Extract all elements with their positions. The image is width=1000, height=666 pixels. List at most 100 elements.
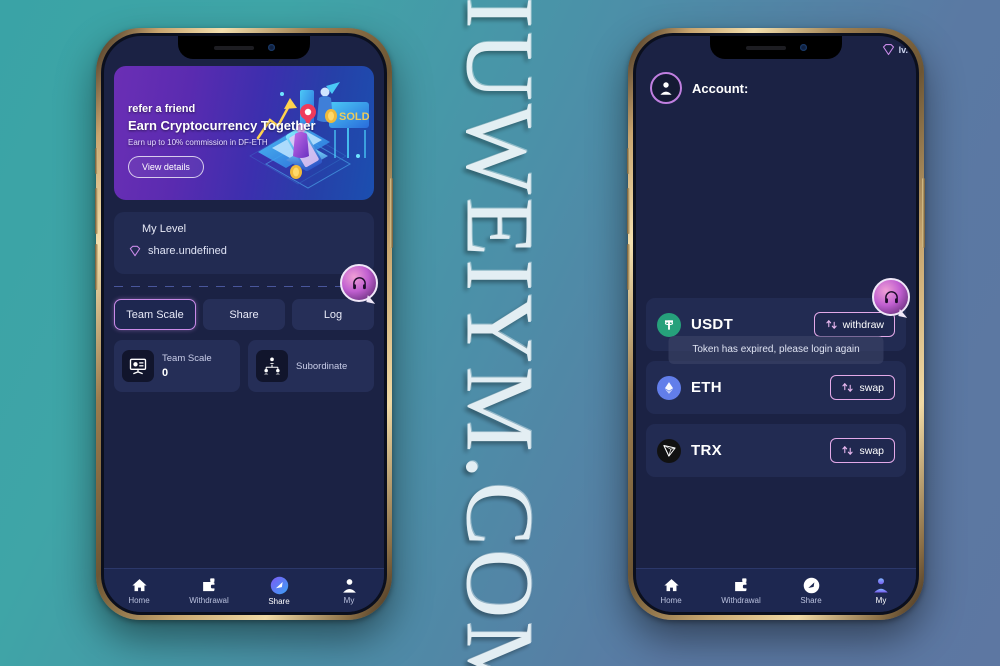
token-name: USDT [691, 316, 734, 333]
nav-item-my[interactable]: My [846, 576, 916, 605]
token-row[interactable]: TRX swap [646, 424, 906, 477]
swap-arrows-icon [842, 446, 854, 455]
team-scale-cell[interactable]: Team Scale 0 [114, 340, 240, 392]
home-icon [663, 578, 679, 591]
phone-power-button-right[interactable] [922, 178, 925, 248]
section-divider [114, 286, 374, 287]
phone-volume-up-button[interactable] [95, 188, 98, 234]
subordinate-cell[interactable]: Subordinate [248, 340, 374, 392]
toast-message: Token has expired, please login again [668, 336, 884, 364]
avatar[interactable] [650, 72, 682, 104]
swap-arrows-icon [842, 383, 854, 392]
right-phone-screen: lv. Account: Balance(USDT) [636, 36, 916, 612]
share-page: SOLD refer a friend Earn Cryptocurrency … [104, 36, 384, 612]
earpiece-speaker [213, 45, 254, 50]
nav-item-home[interactable]: Home [636, 577, 706, 605]
headset-support-icon [352, 276, 366, 289]
my-account-page: Account: Balance(USDT) 0 Auth [636, 36, 916, 612]
banner-line-3: Earn up to 10% commission in DF-ETH [128, 138, 268, 147]
nav-item-share[interactable]: Share [244, 576, 314, 606]
phone-mute-button-right[interactable] [627, 148, 630, 174]
tab-team-scale[interactable]: Team Scale [114, 299, 196, 330]
org-tree-icon [256, 350, 288, 382]
tab-share[interactable]: Share [203, 299, 285, 330]
token-name: TRX [691, 442, 722, 459]
tab-log[interactable]: Log [292, 299, 374, 330]
my-level-subtitle: share.undefined [148, 245, 227, 257]
left-phone-device: SOLD refer a friend Earn Cryptocurrency … [95, 28, 393, 620]
front-camera-icon-right [799, 44, 807, 51]
subordinate-label: Subordinate [296, 360, 348, 372]
home-icon [131, 578, 147, 591]
watermark-text: JIUWEIYM.COM [446, 0, 554, 666]
customer-service-chat-button[interactable] [872, 278, 910, 316]
swap-button-label: swap [859, 381, 884, 394]
nav-item-home[interactable]: Home [104, 577, 174, 605]
my-level-card[interactable]: My Level share.undefined [114, 212, 374, 274]
diamond-icon [129, 245, 141, 257]
token-name: ETH [691, 379, 722, 396]
swap-button[interactable]: swap [830, 375, 895, 400]
phone-volume-down-button[interactable] [95, 244, 98, 290]
nav-item-withdrawal[interactable]: Withdrawal [174, 577, 244, 605]
left-phone-screen: SOLD refer a friend Earn Cryptocurrency … [104, 36, 384, 612]
phone-notch [178, 36, 310, 59]
my-level-title: My Level [142, 223, 187, 235]
tron-icon [657, 438, 681, 463]
profit-charts-row-1: Total profit(ETH) Today profit(ETH) [114, 402, 374, 490]
diamond-icon [882, 43, 894, 56]
account-header[interactable]: Account: [646, 72, 906, 104]
nav-label-home: Home [128, 595, 150, 605]
nav-label-my: My [875, 596, 887, 605]
presentation-chart-icon [122, 350, 154, 382]
nav-item-share[interactable]: Share [776, 577, 846, 605]
phone-volume-up-button-right[interactable] [627, 188, 630, 234]
nav-label-share: Share [800, 595, 822, 605]
tether-icon [657, 312, 681, 337]
person-avatar-icon [660, 82, 672, 95]
ethereum-icon [657, 375, 681, 400]
bottom-navigation-bar-left: Home Withdrawal Share My [104, 568, 384, 612]
withdraw-button[interactable]: withdraw [813, 312, 895, 337]
nav-label-my: My [343, 595, 355, 605]
withdraw-button-label: withdraw [842, 318, 884, 331]
headset-support-icon [884, 290, 898, 303]
account-stats-row-2: Today(ETH) 0 Total Profit(ETH) 0 [646, 206, 906, 284]
banner-text-block: refer a friend Earn Cryptocurrency Toget… [128, 102, 316, 178]
person-icon [874, 578, 888, 593]
referral-banner[interactable]: SOLD refer a friend Earn Cryptocurrency … [114, 66, 374, 200]
level-badge[interactable]: lv. [881, 42, 908, 57]
account-stats-row-1: Balance(USDT) 0 Auth amount(USDT) NaN [646, 118, 906, 196]
customer-service-chat-button[interactable] [340, 264, 378, 302]
share-arrow-icon [270, 576, 288, 594]
phone-mute-button[interactable] [95, 148, 98, 174]
nav-item-withdrawal[interactable]: Withdrawal [706, 577, 776, 605]
right-phone-bezel: lv. Account: Balance(USDT) [633, 33, 919, 615]
swap-button[interactable]: swap [830, 438, 895, 463]
wallet-icon [202, 577, 216, 591]
phone-power-button[interactable] [390, 178, 393, 248]
summary-cells-row: Team Scale 0 Subordinate [114, 340, 374, 392]
front-camera-icon [267, 44, 275, 51]
banner-line-2: Earn Cryptocurrency Together [128, 118, 316, 133]
profit-charts-row-2: Total profit(TRX) Today profit(TRX) [114, 500, 374, 530]
earpiece-speaker-right [745, 45, 786, 50]
nav-label-home: Home [660, 595, 682, 605]
svg-text:SOLD: SOLD [339, 111, 370, 123]
phone-volume-down-button-right[interactable] [627, 244, 630, 290]
swap-arrows-icon [825, 320, 837, 329]
nav-label-withdrawal: Withdrawal [721, 595, 761, 605]
right-phone-device: lv. Account: Balance(USDT) [627, 28, 925, 620]
token-row[interactable]: ETH swap [646, 361, 906, 414]
team-scale-value: 0 [162, 367, 169, 379]
bottom-navigation-bar-right: Home Withdrawal Share My [636, 568, 916, 612]
phone-notch-right [710, 36, 842, 59]
account-label: Account: [692, 80, 749, 96]
nav-label-share: Share [268, 596, 290, 606]
nav-item-my[interactable]: My [314, 577, 384, 605]
swap-button-label: swap [859, 444, 884, 457]
wallet-icon [734, 577, 748, 591]
view-details-button[interactable]: View details [128, 156, 204, 178]
level-badge-label: lv. [898, 44, 908, 55]
nav-label-withdrawal: Withdrawal [189, 595, 229, 605]
